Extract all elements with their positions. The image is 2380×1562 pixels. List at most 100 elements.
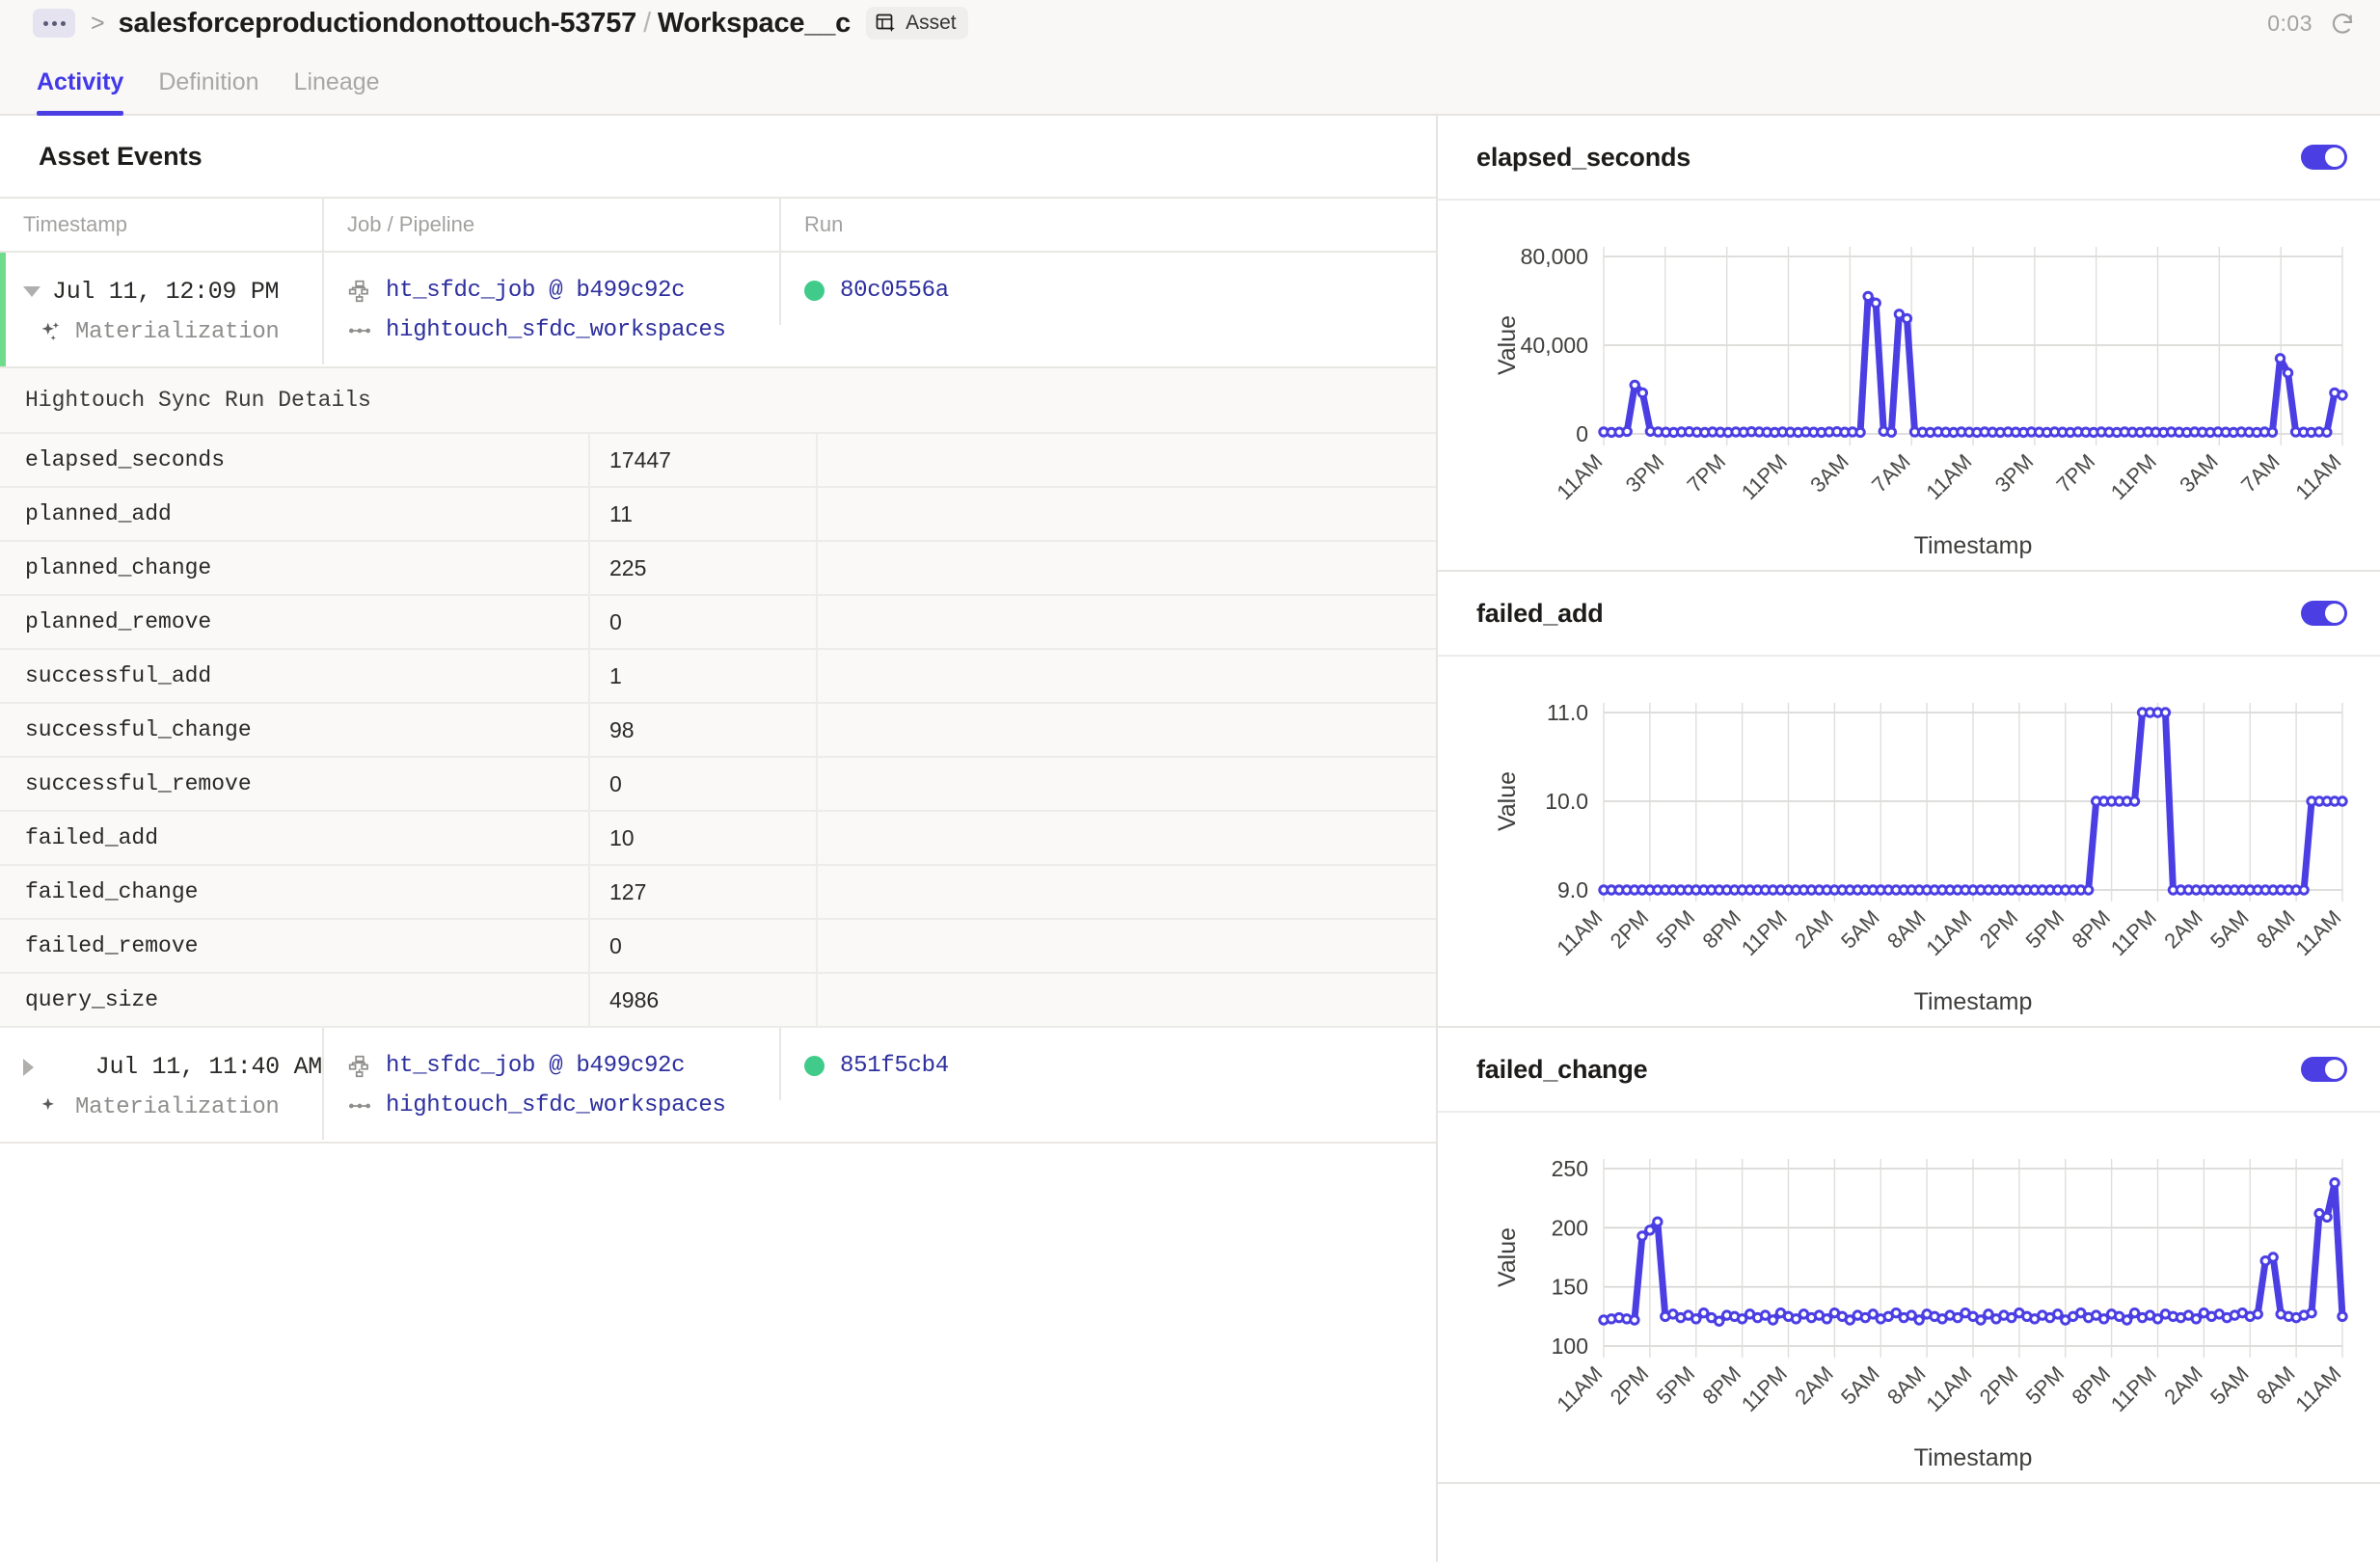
top-bar-right: 0:03 (2267, 11, 2355, 37)
chart-toggle-failed-change[interactable] (2301, 1057, 2347, 1082)
metadata-key: planned_remove (0, 596, 588, 648)
run-id-link[interactable]: 851f5cb4 (840, 1053, 949, 1079)
top-bar: > salesforceproductiondonottouch-53757/W… (0, 0, 2380, 46)
event-timestamp: Jul 11, 12:09 PM (52, 278, 279, 306)
caret-right-icon[interactable] (23, 1059, 84, 1076)
table-row: query_size 4986 (0, 974, 1436, 1028)
svg-text:Value: Value (1494, 771, 1521, 831)
table-row: planned_add 11 (0, 488, 1436, 542)
chart-plot-failed-change: 10015020025011AM2PM5PM8PM11PM2AM5AM8AM11… (1438, 1113, 2380, 1477)
tab-activity[interactable]: Activity (37, 68, 123, 114)
svg-text:11AM: 11AM (2290, 449, 2345, 504)
asset-events-panel: Asset Events Timestamp Job / Pipeline Ru… (0, 116, 1436, 1562)
chart-body: 040,00080,00011AM3PM7PM11PM3AM7AM11AM3PM… (1438, 201, 2380, 570)
svg-text:3PM: 3PM (1990, 449, 2039, 498)
job-line[interactable]: ht_sfdc_job @ b499c92c (347, 1053, 779, 1079)
chart-toggle-elapsed-seconds[interactable] (2301, 145, 2347, 170)
svg-text:7AM: 7AM (2236, 449, 2285, 498)
job-line[interactable]: ht_sfdc_job @ b499c92c (347, 278, 779, 304)
table-row: successful_add 1 (0, 650, 1436, 704)
event-run-cell: 80c0556a (779, 253, 1068, 325)
run-line[interactable]: 80c0556a (804, 278, 1068, 304)
svg-text:0: 0 (1576, 421, 1588, 446)
table-row: failed_change 127 (0, 866, 1436, 920)
caret-down-icon[interactable] (23, 286, 41, 297)
metadata-key: planned_change (0, 542, 588, 594)
chart-toggle-failed-add[interactable] (2301, 601, 2347, 626)
svg-text:3PM: 3PM (1621, 449, 1669, 498)
asset-events-header-row: Timestamp Job / Pipeline Run (0, 197, 1436, 253)
breadcrumb-separator: > (91, 10, 105, 38)
metadata-value: 0 (588, 596, 816, 648)
breadcrumb: salesforceproductiondonottouch-53757/Wor… (119, 8, 852, 40)
svg-text:11PM: 11PM (1737, 1361, 1792, 1416)
table-row: successful_remove 0 (0, 758, 1436, 812)
overflow-dots-icon[interactable] (33, 9, 75, 38)
metadata-key: successful_remove (0, 758, 588, 810)
metadata-table: elapsed_seconds 17447 planned_add 11 pla… (0, 434, 1436, 1028)
run-id-link[interactable]: 80c0556a (840, 278, 949, 304)
breadcrumb-project[interactable]: salesforceproductiondonottouch-53757 (119, 8, 636, 39)
svg-text:2PM: 2PM (1606, 1361, 1654, 1410)
svg-text:Timestamp: Timestamp (1914, 988, 2033, 1015)
svg-text:5AM: 5AM (1836, 905, 1884, 954)
timestamp-line: Jul 11, 12:09 PM (23, 278, 322, 306)
event-timestamp-cell: Jul 11, 11:40 AM Materialization (0, 1028, 322, 1142)
chart-plot-elapsed-seconds: 040,00080,00011AM3PM7PM11PM3AM7AM11AM3PM… (1438, 201, 2380, 565)
event-spacer-cell (1068, 1028, 1436, 1074)
tab-definition[interactable]: Definition (158, 68, 258, 114)
metadata-value: 127 (588, 866, 816, 918)
svg-text:5PM: 5PM (2021, 905, 2069, 954)
pipeline-link[interactable]: hightouch_sfdc_workspaces (386, 1092, 726, 1118)
pipeline-link[interactable]: hightouch_sfdc_workspaces (386, 317, 726, 343)
metadata-key: elapsed_seconds (0, 434, 588, 486)
svg-text:5AM: 5AM (2205, 905, 2254, 954)
column-header-run[interactable]: Run (779, 199, 1068, 251)
metadata-extra (816, 920, 1436, 972)
metadata-extra (816, 974, 1436, 1026)
tab-bar: Activity Definition Lineage (0, 46, 2380, 116)
svg-text:11PM: 11PM (2106, 905, 2161, 960)
chart-plot-failed-add: 9.010.011.011AM2PM5PM8PM11PM2AM5AM8AM11A… (1438, 657, 2380, 1021)
table-row[interactable]: Jul 11, 11:40 AM Materialization (0, 1028, 1436, 1144)
svg-text:11AM: 11AM (1921, 449, 1976, 504)
metric-charts-panel: elapsed_seconds 040,00080,00011AM3PM7PM1… (1436, 116, 2380, 1562)
metadata-value: 0 (588, 920, 816, 972)
svg-text:5PM: 5PM (1652, 905, 1700, 954)
event-run-cell: 851f5cb4 (779, 1028, 1068, 1100)
column-header-timestamp[interactable]: Timestamp (0, 199, 322, 251)
metadata-key: failed_change (0, 866, 588, 918)
svg-text:11AM: 11AM (1552, 905, 1607, 960)
job-link[interactable]: ht_sfdc_job @ b499c92c (386, 1053, 685, 1079)
pipeline-line[interactable]: hightouch_sfdc_workspaces (347, 317, 779, 343)
pipeline-line[interactable]: hightouch_sfdc_workspaces (347, 1092, 779, 1118)
metadata-extra (816, 704, 1436, 756)
main-content: Asset Events Timestamp Job / Pipeline Ru… (0, 116, 2380, 1562)
metadata-key: successful_add (0, 650, 588, 702)
svg-text:5PM: 5PM (2021, 1361, 2069, 1410)
svg-text:11PM: 11PM (2106, 449, 2161, 504)
chart-title: elapsed_seconds (1476, 143, 1690, 173)
chart-header: failed_change (1438, 1028, 2380, 1113)
pipeline-dots-icon (347, 1093, 372, 1118)
run-line[interactable]: 851f5cb4 (804, 1053, 1068, 1079)
chart-header: failed_add (1438, 572, 2380, 657)
column-header-spacer (1068, 199, 1436, 251)
svg-text:9.0: 9.0 (1557, 877, 1588, 902)
chart-card-failed-change: failed_change 10015020025011AM2PM5PM8PM1… (1438, 1028, 2380, 1484)
svg-text:2AM: 2AM (2159, 1361, 2207, 1410)
svg-text:7PM: 7PM (1683, 449, 1731, 498)
event-type-line: Materialization (23, 319, 322, 345)
refresh-icon[interactable] (2330, 11, 2355, 36)
svg-text:7PM: 7PM (2052, 449, 2100, 498)
metadata-extra (816, 434, 1436, 486)
column-header-job-pipeline[interactable]: Job / Pipeline (322, 199, 779, 251)
tab-lineage[interactable]: Lineage (294, 68, 380, 114)
table-row[interactable]: Jul 11, 12:09 PM Materialization (0, 253, 1436, 368)
svg-text:3AM: 3AM (2175, 449, 2223, 498)
chart-body: 10015020025011AM2PM5PM8PM11PM2AM5AM8AM11… (1438, 1113, 2380, 1482)
job-link[interactable]: ht_sfdc_job @ b499c92c (386, 278, 685, 304)
svg-text:11PM: 11PM (2106, 1361, 2161, 1416)
svg-text:2PM: 2PM (1975, 905, 2023, 954)
metadata-extra (816, 488, 1436, 540)
